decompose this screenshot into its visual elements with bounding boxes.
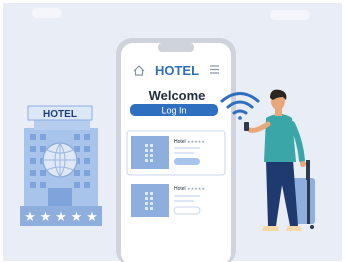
hotel-card[interactable]: Hotel ★★★★★ [127,180,225,224]
suitcase-handle [306,160,310,180]
star-icon: ★ [71,210,83,225]
hotel-card-name: Hotel [174,186,186,192]
hotel-booking-illustration: HOTEL ★ ★ ★ ★ ★ HOTEL Welcome Log In Hot… [0,0,345,262]
handheld-phone [244,122,249,131]
illustration-canvas: HOTEL ★ ★ ★ ★ ★ HOTEL Welcome Log In Hot… [3,3,342,262]
star-icon: ★ [55,210,67,225]
hotel-card-stars: ★★★★★ [187,186,205,191]
building-entrance [48,188,72,206]
login-button-label: Log In [161,106,186,116]
building-thumbnail-icon [131,136,169,169]
star-icon: ★ [86,210,98,225]
building-thumbnail-icon [131,184,169,217]
building-star-rating: ★ ★ ★ ★ ★ [24,210,98,225]
traveler-shoe [286,226,302,231]
hotel-card-name: Hotel [174,139,186,145]
app-title: HOTEL [155,63,199,78]
phone-notch [158,43,194,52]
star-icon: ★ [24,210,36,225]
background-cloud-right [270,10,310,20]
hotel-card-book-button[interactable] [174,158,200,165]
building-sign-text: HOTEL [43,109,77,120]
suitcase-stripe [307,178,310,224]
star-icon: ★ [40,210,52,225]
background-cloud-left [32,8,62,18]
hotel-card[interactable]: Hotel ★★★★★ [126,130,226,176]
traveler-shoe [262,226,279,231]
hotel-card-stars: ★★★★★ [187,139,205,144]
smartphone: HOTEL Welcome Log In Hotel ★★★★★ Hotel ★… [116,38,236,262]
welcome-heading: Welcome [149,88,206,103]
